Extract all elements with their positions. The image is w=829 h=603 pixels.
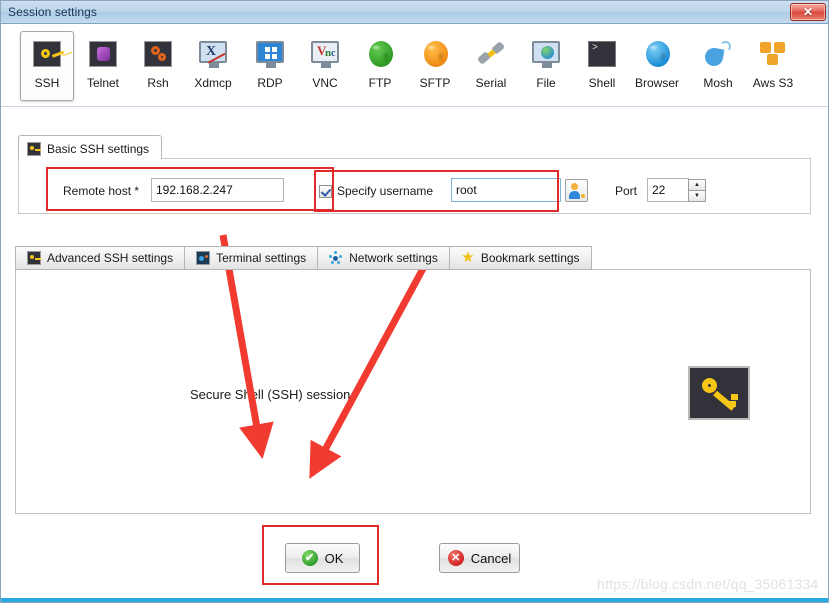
protocol-serial[interactable]: Serial: [464, 31, 518, 101]
protocol-label: SFTP: [419, 76, 451, 90]
ok-button[interactable]: ✔ OK: [285, 543, 360, 573]
username-input[interactable]: root: [451, 178, 561, 202]
vnc-monitor-icon: V n c: [309, 38, 341, 70]
protocol-label: Rsh: [147, 76, 169, 90]
protocol-file[interactable]: File: [519, 31, 573, 101]
specify-username-label: Specify username: [337, 184, 434, 198]
protocol-ftp[interactable]: FTP: [353, 31, 407, 101]
cancel-button[interactable]: ✕ Cancel: [439, 543, 520, 573]
tab-label: Advanced SSH settings: [47, 251, 174, 265]
browser-globe-icon: [641, 38, 673, 70]
window-title: Session settings: [8, 5, 97, 19]
protocol-shell[interactable]: > Shell: [575, 31, 629, 101]
protocol-label: Xdmcp: [194, 76, 232, 90]
specify-username-checkbox[interactable]: [319, 185, 332, 198]
aws-s3-cubes-icon: [757, 38, 789, 70]
protocol-xdmcp[interactable]: X Xdmcp: [186, 31, 240, 101]
ok-button-label: OK: [324, 550, 344, 566]
serial-plug-icon: [475, 38, 507, 70]
session-settings-dialog: Session settings ✕ SSH Telnet Rsh X Xdmc…: [0, 0, 829, 603]
protocol-telnet[interactable]: Telnet: [76, 31, 130, 101]
protocol-label: Telnet: [86, 76, 120, 90]
protocol-sftp[interactable]: SFTP: [408, 31, 462, 101]
settings-tab-strip: Advanced SSH settings Terminal settings …: [15, 246, 592, 270]
port-stepper[interactable]: ▲ ▼: [688, 179, 706, 202]
close-icon: ✕: [802, 5, 814, 19]
protocol-label: Serial: [475, 76, 507, 90]
protocol-label: Shell: [588, 76, 616, 90]
star-icon: ★: [461, 249, 475, 266]
tab-label: Terminal settings: [216, 251, 307, 265]
protocol-aws-s3[interactable]: Aws S3: [746, 31, 800, 101]
watermark: https://blog.csdn.net/qq_35061334: [597, 576, 819, 592]
bottom-edge: [1, 598, 828, 602]
protocol-label: File: [536, 76, 556, 90]
protocol-label: Browser: [634, 76, 679, 90]
telnet-cube-icon: [87, 38, 119, 70]
rsh-gears-icon: [142, 38, 174, 70]
protocol-rdp[interactable]: RDP: [243, 31, 297, 101]
check-circle-icon: ✔: [301, 550, 318, 566]
shell-console-icon: >: [586, 38, 618, 70]
tab-network-settings[interactable]: Network settings: [317, 246, 449, 270]
protocol-mosh[interactable]: Mosh: [691, 31, 745, 101]
remote-host-input[interactable]: 192.168.2.247: [151, 178, 284, 202]
mosh-dish-icon: [702, 38, 734, 70]
protocol-label: RDP: [257, 76, 283, 90]
protocol-label: FTP: [368, 76, 392, 90]
protocol-label: Aws S3: [752, 76, 794, 90]
rdp-windows-icon: [254, 38, 286, 70]
close-button[interactable]: ✕: [790, 3, 826, 21]
sftp-globe-icon: [419, 38, 451, 70]
tab-bookmark-settings[interactable]: ★ Bookmark settings: [448, 246, 592, 270]
protocol-label: SSH: [34, 76, 60, 90]
port-input[interactable]: 22: [647, 178, 689, 202]
tab-advanced-ssh-settings[interactable]: Advanced SSH settings: [15, 246, 185, 270]
ssh-key-icon: [31, 38, 63, 70]
xdmcp-monitor-icon: X: [197, 38, 229, 70]
ftp-globe-icon: [364, 38, 396, 70]
tab-label: Network settings: [349, 251, 438, 265]
remote-host-label: Remote host *: [63, 184, 140, 198]
cancel-button-label: Cancel: [470, 550, 512, 566]
window-titlebar: Session settings ✕: [1, 1, 828, 24]
protocol-rsh[interactable]: Rsh: [131, 31, 185, 101]
port-stepper-down[interactable]: ▼: [688, 190, 706, 202]
ssh-key-icon: [27, 251, 41, 265]
protocol-vnc[interactable]: V n c VNC: [298, 31, 352, 101]
user-key-icon: [571, 183, 578, 190]
protocol-label: VNC: [312, 76, 338, 90]
protocol-label: Mosh: [703, 76, 733, 90]
port-stepper-up[interactable]: ▲: [688, 179, 706, 190]
ssh-key-icon: [688, 366, 750, 420]
basic-ssh-settings-tab[interactable]: Basic SSH settings: [18, 135, 163, 159]
tab-terminal-settings[interactable]: Terminal settings: [184, 246, 318, 270]
protocol-toolbar: SSH Telnet Rsh X Xdmcp RDP V n c VNC FTP…: [1, 25, 828, 107]
terminal-icon: [196, 251, 211, 265]
tab-label: Bookmark settings: [480, 251, 580, 265]
port-label: Port: [615, 184, 638, 198]
ssh-key-icon: [27, 142, 41, 156]
x-circle-icon: ✕: [447, 550, 464, 566]
protocol-ssh[interactable]: SSH: [20, 31, 74, 101]
network-dots-icon: [329, 251, 343, 265]
protocol-browser[interactable]: Browser: [630, 31, 684, 101]
basic-ssh-settings-label: Basic SSH settings: [47, 142, 150, 156]
file-monitor-icon: [530, 38, 562, 70]
user-key-button[interactable]: [565, 179, 588, 202]
session-description: Secure Shell (SSH) session: [190, 387, 351, 402]
